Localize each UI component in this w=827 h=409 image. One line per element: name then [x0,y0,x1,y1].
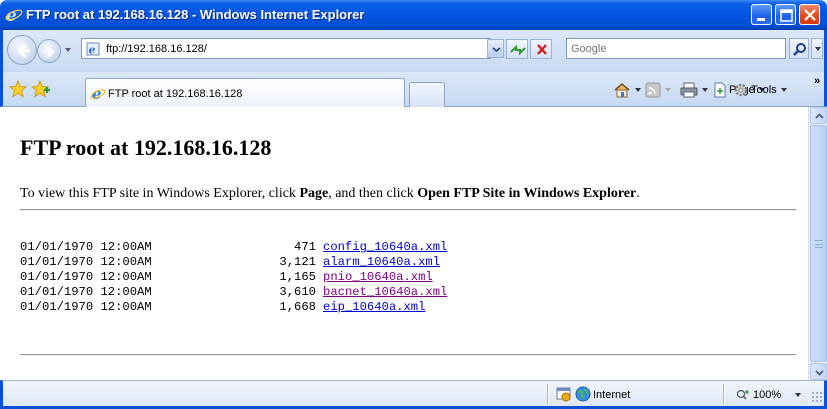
vertical-scrollbar[interactable] [808,107,827,380]
close-icon [804,9,816,21]
ie-page-icon: e [86,42,100,56]
file-link[interactable]: eip_10640a.xml [323,300,425,315]
status-bar: Internet 100% [0,380,827,409]
zoom-icon [736,389,749,400]
zoom-control[interactable]: 100% [736,389,802,402]
home-button[interactable] [613,82,641,100]
print-icon [680,82,698,98]
chevron-down-icon [492,47,501,53]
ie-page-icon: e [90,85,106,101]
window-title: FTP root at 192.168.16.128 - Windows Int… [26,7,365,22]
file-size: 471 [294,240,316,254]
search-box[interactable] [566,38,786,59]
scroll-down-button[interactable] [810,363,827,380]
file-row: 01/01/1970 12:00AM 3,121 alarm_10640a.xm… [20,255,440,270]
file-row: 01/01/1970 12:00AM 1,165 pnio_10640a.xml [20,270,433,285]
tab-ftp-root[interactable]: e FTP root at 192.168.16.128 [85,78,405,107]
page-content: FTP root at 192.168.16.128 To view this … [3,107,808,380]
file-link[interactable]: bacnet_10640a.xml [323,285,447,300]
maximize-icon [780,9,793,22]
tools-menu-label: Tools [751,84,777,96]
file-link[interactable]: pnio_10640a.xml [323,270,433,285]
file-row: 01/01/1970 12:00AM 471 config_10640a.xml [20,240,447,255]
scroll-grip [815,240,823,248]
file-date: 01/01/1970 12:00AM [20,300,152,314]
svg-text:e: e [89,44,96,57]
resize-grip[interactable] [811,391,823,403]
divider-top [20,209,796,211]
scroll-up-button[interactable] [810,107,827,124]
file-size: 1,668 [279,300,316,314]
print-button[interactable] [680,82,708,100]
stop-button[interactable] [530,39,552,59]
back-button[interactable] [7,35,37,65]
minimize-icon [757,18,765,21]
file-link[interactable]: alarm_10640a.xml [323,255,440,270]
file-link[interactable]: config_10640a.xml [323,240,447,255]
divider-bottom [20,354,796,356]
file-row: 01/01/1970 12:00AM 1,668 eip_10640a.xml [20,300,425,315]
back-arrow-icon [16,43,30,59]
add-favorite-icon[interactable] [31,80,51,98]
rss-feed-icon [645,82,661,98]
minimize-button[interactable] [751,4,772,25]
instructions-middle: , and then click [328,186,418,201]
search-icon [793,43,806,56]
file-date: 01/01/1970 12:00AM [20,240,152,254]
internet-zone-icon [575,386,591,402]
tab-label: FTP root at 192.168.16.128 [108,88,243,100]
file-size: 1,165 [279,270,316,284]
chevron-up-icon [815,113,824,119]
more-commands-chevron[interactable]: » [814,75,820,87]
maximize-button[interactable] [775,4,796,25]
page-icon [714,82,726,98]
instructions: To view this FTP site in Windows Explore… [20,186,640,202]
favorites-star-icon[interactable] [9,80,27,98]
zoom-level: 100% [753,389,782,402]
search-button[interactable] [789,38,809,59]
ie-logo-icon: e [5,6,23,24]
refresh-button[interactable] [506,39,528,59]
file-row: 01/01/1970 12:00AM 3,610 bacnet_10640a.x… [20,285,447,300]
instructions-prefix: To view this FTP site in Windows Explore… [20,186,300,201]
file-size: 3,610 [279,285,316,299]
status-divider [723,384,725,404]
security-zone-label: Internet [593,389,631,401]
file-date: 01/01/1970 12:00AM [20,270,152,284]
forward-arrow-icon [44,46,55,58]
tools-menu-button[interactable]: Tools [733,82,787,100]
home-icon [614,83,630,98]
file-date: 01/01/1970 12:00AM [20,255,152,269]
file-date: 01/01/1970 12:00AM [20,285,152,299]
instructions-suffix: . [636,186,640,201]
instructions-page-word: Page [299,186,329,201]
page-heading: FTP root at 192.168.16.128 [20,135,272,160]
file-size: 3,121 [279,255,316,269]
feeds-button[interactable] [645,82,671,100]
address-dropdown-button[interactable] [487,39,504,58]
address-toolbar: e ftp://192.168.16.128/ [0,30,827,72]
new-tab-button[interactable] [409,82,445,107]
chevron-down-icon [815,370,824,376]
refresh-icon [510,44,526,56]
close-window-button[interactable] [799,4,820,25]
tab-toolbar: e FTP root at 192.168.16.128 Page Too [0,72,827,107]
search-input[interactable] [571,40,771,57]
scroll-thumb[interactable] [810,125,827,362]
address-url: ftp://192.168.16.128/ [106,43,207,55]
search-options-dropdown[interactable] [811,38,823,59]
protected-mode-icon[interactable] [556,386,572,402]
status-divider [547,384,549,404]
stop-icon [537,44,547,55]
address-input[interactable]: e ftp://192.168.16.128/ [81,38,491,59]
file-listing: 01/01/1970 12:00AM 471 config_10640a.xml… [20,240,447,315]
recent-pages-dropdown[interactable] [65,48,71,52]
forward-button[interactable] [37,39,61,63]
title-bar[interactable]: e FTP root at 192.168.16.128 - Windows I… [0,0,827,30]
instructions-action: Open FTP Site in Windows Explorer [417,186,637,201]
gear-icon [734,83,748,97]
